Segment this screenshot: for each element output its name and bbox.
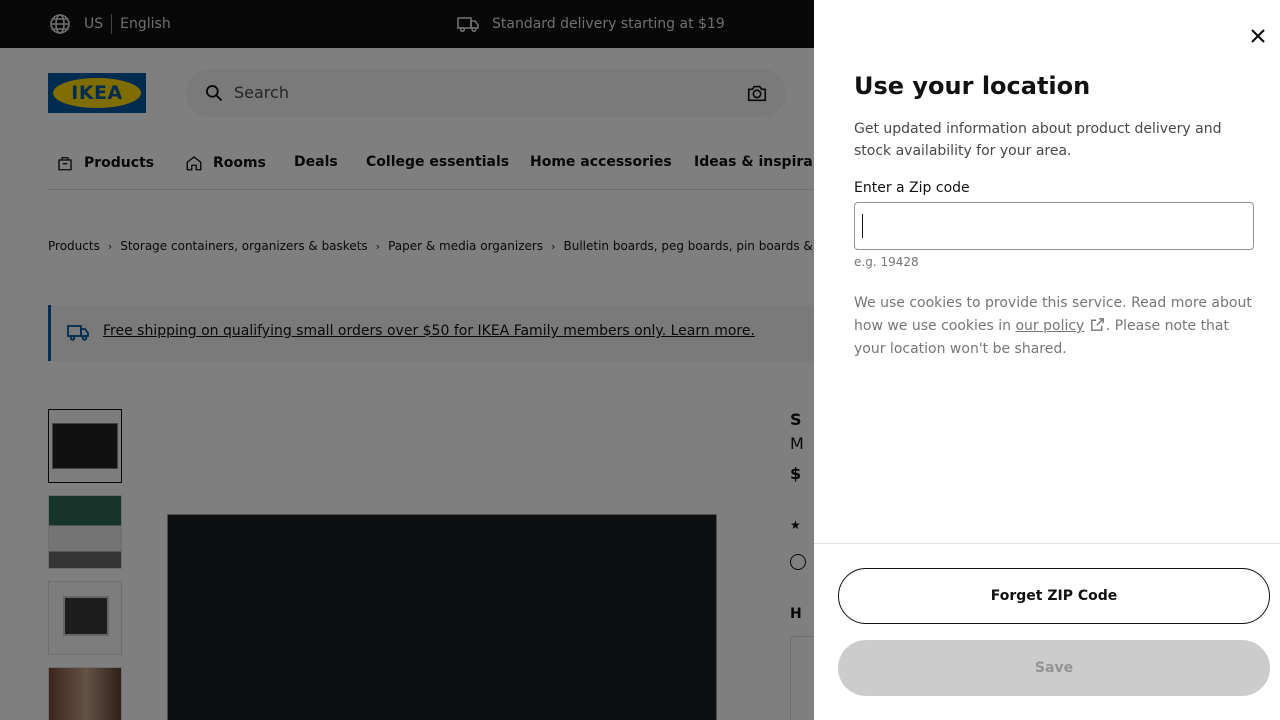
zip-hint: e.g. 19428 [854, 255, 919, 269]
policy-link[interactable]: our policy [1015, 318, 1084, 334]
forget-zip-button[interactable]: Forget ZIP Code [838, 568, 1270, 624]
zip-code-input[interactable] [854, 202, 1254, 250]
zip-label: Enter a Zip code [854, 180, 970, 196]
cookie-notice: We use cookies to provide this service. … [854, 292, 1254, 361]
modal-footer-divider [814, 543, 1280, 544]
text-cursor [862, 214, 863, 238]
modal-title: Use your location [854, 72, 1091, 100]
close-icon[interactable] [1246, 24, 1270, 48]
modal-description: Get updated information about product de… [854, 121, 1222, 159]
save-button[interactable]: Save [838, 640, 1270, 696]
location-modal: Use your location Get updated informatio… [814, 0, 1280, 720]
external-link-icon [1090, 318, 1104, 331]
